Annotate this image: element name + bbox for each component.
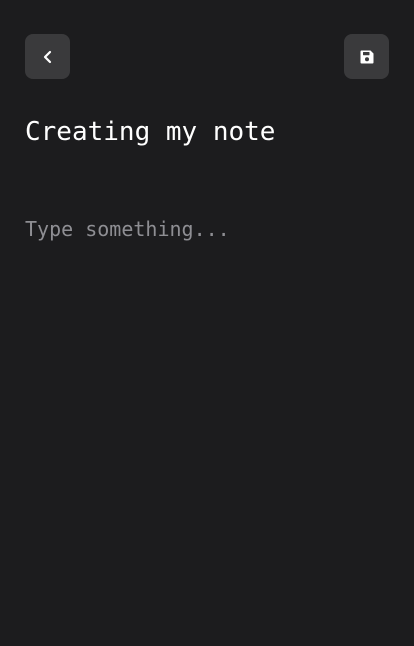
save-button[interactable] (344, 34, 389, 79)
floppy-disk-icon (359, 49, 375, 65)
top-toolbar (25, 34, 389, 79)
note-body-input[interactable] (25, 214, 389, 614)
note-title[interactable]: Creating my note (25, 114, 389, 150)
chevron-left-icon (41, 50, 55, 64)
back-button[interactable] (25, 34, 70, 79)
